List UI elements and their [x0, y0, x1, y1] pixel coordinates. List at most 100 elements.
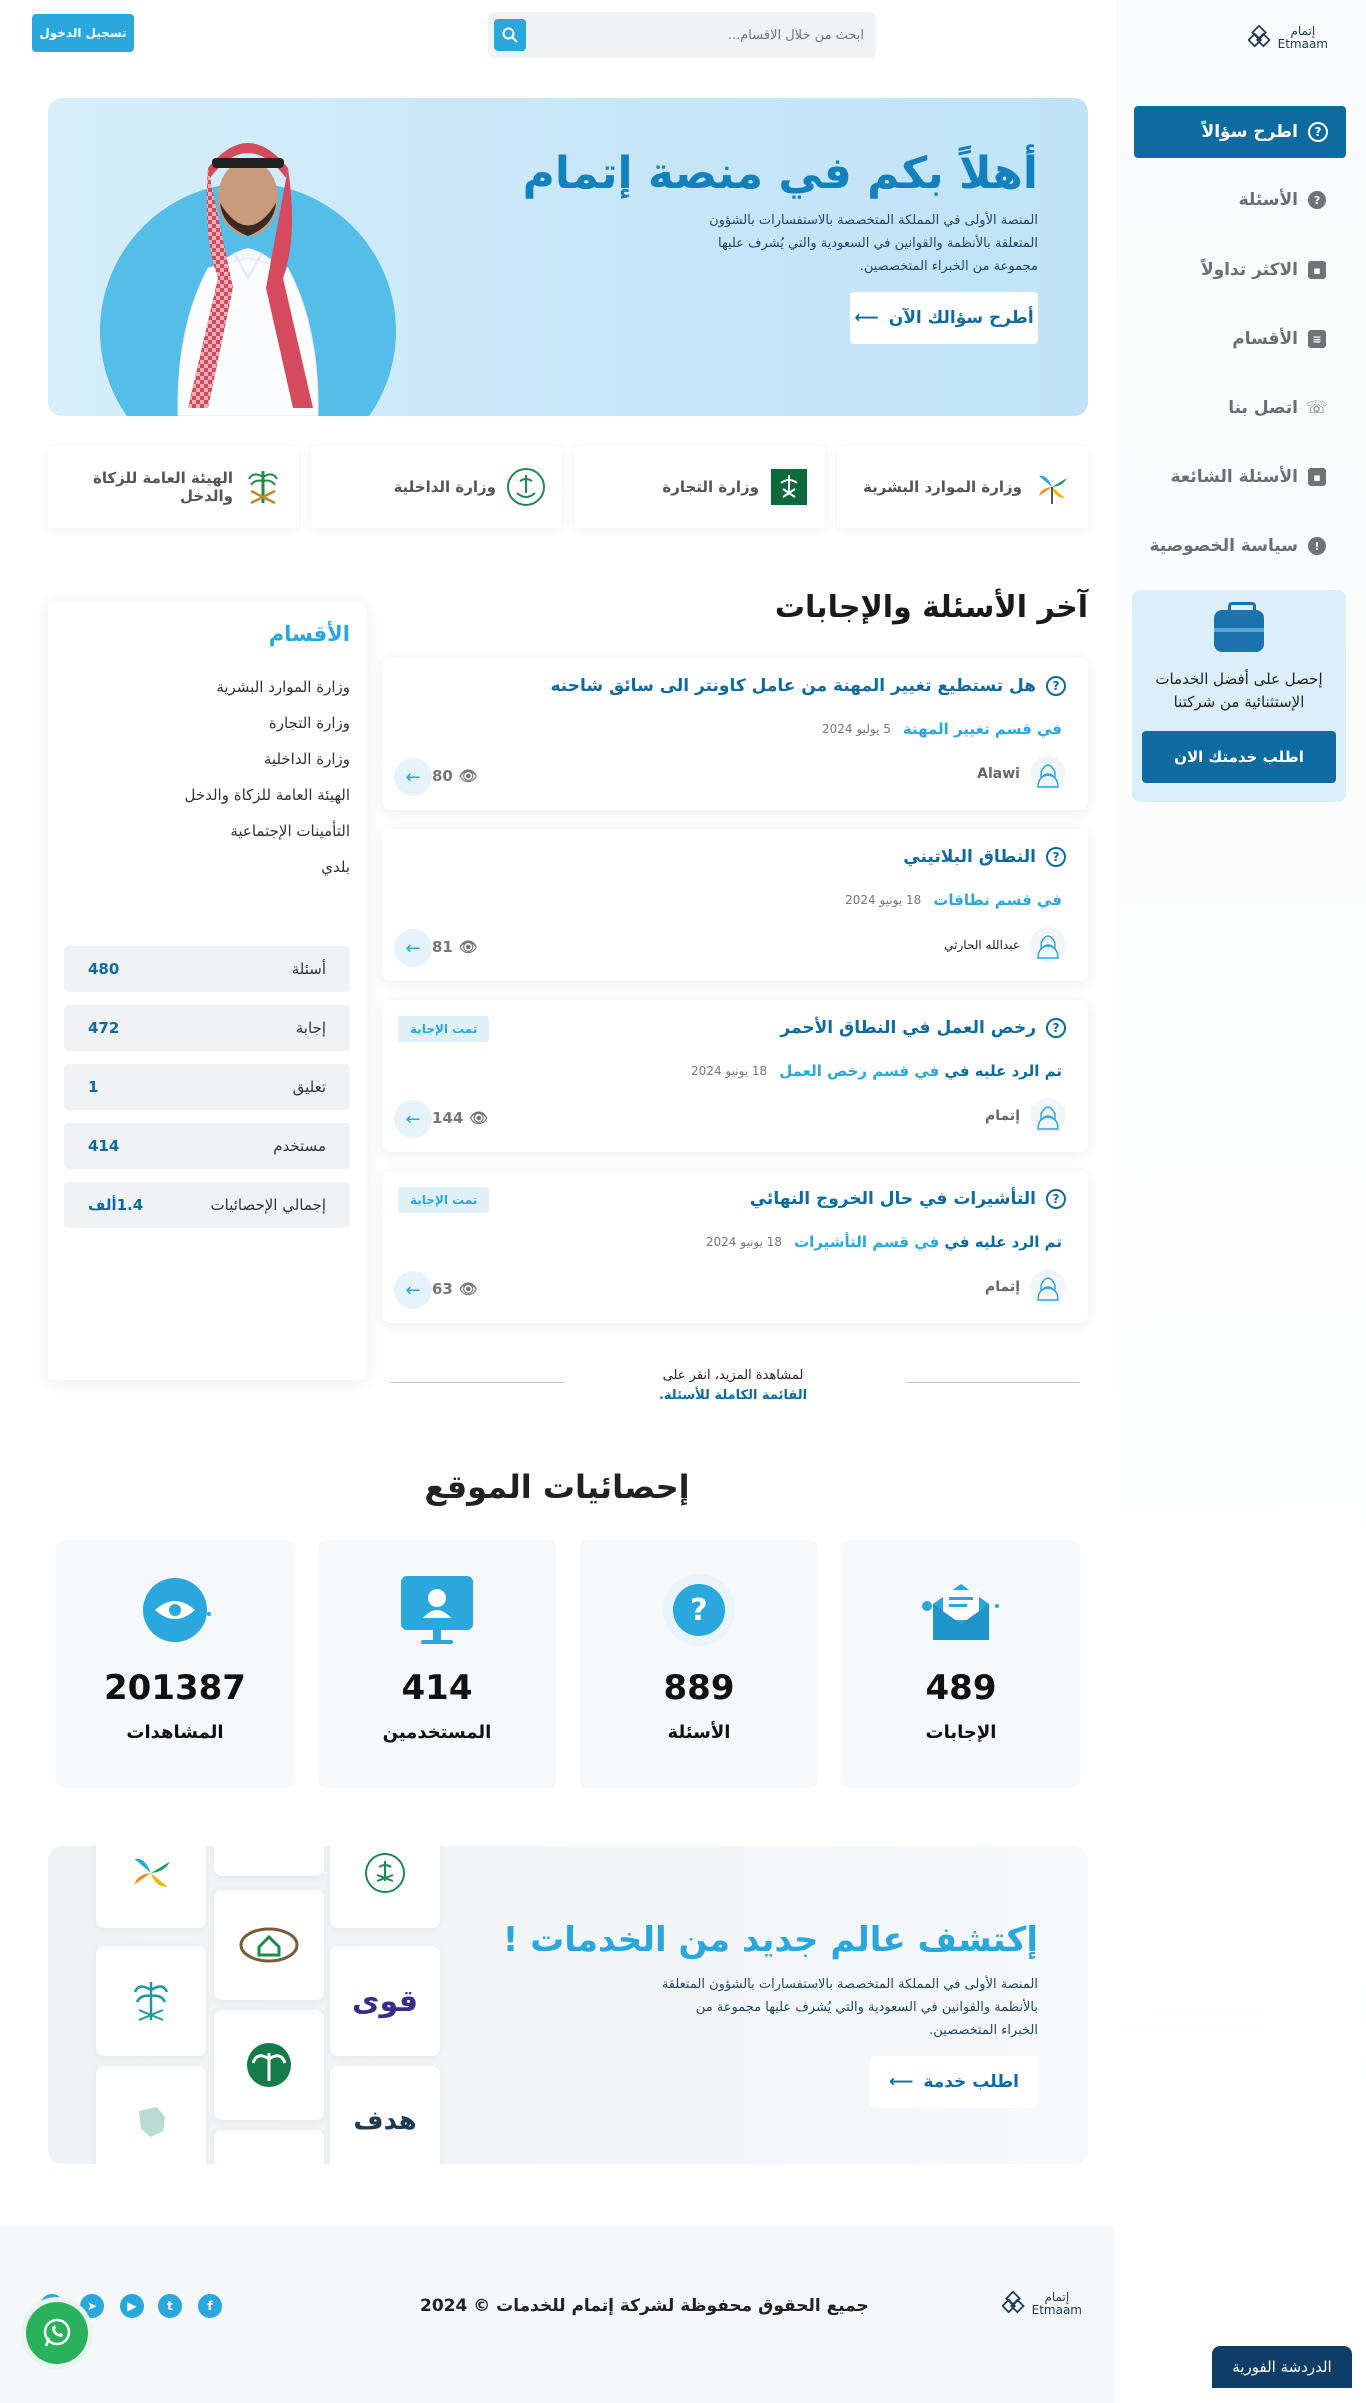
search-input[interactable] [526, 27, 864, 43]
youtube-icon[interactable]: ▶ [120, 2294, 144, 2318]
category-link[interactable]: وزارة الموارد البشرية [216, 678, 350, 696]
document-icon: ≡ [1308, 330, 1326, 348]
site-logo[interactable]: إتمام Etmaam [1248, 18, 1328, 58]
sidebar-item-contact[interactable]: ☏ اتصل بنا [1134, 388, 1346, 428]
answered-prefix: تم الرد عليه في [944, 1233, 1062, 1251]
stat-card-views: 201387 المشاهدات [56, 1540, 294, 1788]
arrow-left-icon: ← [405, 1279, 421, 1301]
avatar [1030, 756, 1066, 792]
discover-title: إكتشف عالم جديد من الخدمات ! [502, 1920, 1038, 1960]
sidebar-item-sections[interactable]: ≡ الأقسام [1134, 319, 1346, 359]
category-link[interactable]: وزارة التجارة [269, 714, 350, 732]
question-icon: ? [1046, 676, 1066, 696]
question-card[interactable]: ? النطاق البلاتيني في قسم نطاقات 18 يونيو … [382, 829, 1088, 981]
views-count: 👁 80 [432, 767, 478, 785]
categories-title: الأقسام [268, 622, 350, 646]
answered-prefix: تم الرد عليه في [944, 1062, 1062, 1080]
question-icon: ? [1046, 847, 1066, 867]
category-link[interactable]: التأمينات الإجتماعية [230, 822, 350, 840]
forum-icon: ▪ [1308, 468, 1326, 486]
stat-total: إجمالي الإحصائيات 1.4ألف [64, 1182, 350, 1228]
ministry-interior[interactable]: وزارة الداخلية [311, 446, 562, 528]
open-question-button[interactable]: ← [394, 929, 432, 967]
latest-questions-title: آخر الأسئلة والإجابات [774, 590, 1088, 625]
footer-logo[interactable]: إتمام Etmaam [1002, 2284, 1082, 2324]
stat-label: أسئلة [291, 960, 326, 978]
svg-text:?: ? [690, 1593, 707, 1628]
arrow-left-icon: ← [405, 766, 421, 788]
divider [906, 1382, 1080, 1383]
sidebar-item-questions[interactable]: ? الأسئلة [1134, 180, 1346, 220]
logo-en: Etmaam [1277, 37, 1328, 51]
open-question-button[interactable]: ← [394, 1271, 432, 1309]
briefcase-icon [1214, 602, 1264, 652]
ask-question-label: اطرح سؤالاً [1201, 122, 1298, 142]
hr-ministry-logo-icon [96, 1846, 206, 1928]
sidebar-item-faq[interactable]: ▪ الأسئلة الشائعة [1134, 457, 1346, 497]
full-questions-link[interactable]: القائمة الكاملة للأسئلة. [659, 1388, 807, 1403]
request-service-cta[interactable]: اطلب خدمة ⟵ [870, 2056, 1038, 2108]
question-card[interactable]: ? التأشيرات في حال الخروج النهائي تمت الإ… [382, 1171, 1088, 1323]
palm-emblem-logo-icon [214, 2010, 324, 2120]
question-category[interactable]: في قسم التأشيرات [794, 1233, 939, 1251]
question-title[interactable]: النطاق البلاتيني [903, 847, 1036, 867]
question-category[interactable]: في قسم تغيير المهنة [903, 720, 1062, 738]
footer: إتمام Etmaam جميع الحقوق محفوظة لشركة إتم… [0, 2226, 1114, 2403]
question-title[interactable]: رخص العمل في النطاق الأحمر [780, 1018, 1036, 1038]
question-icon: ? [1046, 1189, 1066, 1209]
views-count: 👁 144 [432, 1109, 488, 1127]
sidebar-item-label: سياسة الخصوصية [1149, 536, 1298, 556]
sidebar-item-trending[interactable]: ▪ الاكثر تداولاً [1134, 250, 1346, 290]
ministry-zakat[interactable]: الهيئة العامة للزكاة والدخل [48, 446, 299, 528]
ministry-label: وزارة الداخلية [393, 478, 496, 496]
answered-badge: تمت الإجابة [398, 1187, 490, 1213]
monitor-user-icon [397, 1570, 477, 1650]
qiwa-logo-text: قوى [352, 1983, 418, 2019]
sidebar-item-label: الأقسام [1232, 329, 1298, 349]
question-card[interactable]: ? هل تستطيع تغيير المهنة من عامل كاونتر ا… [382, 658, 1088, 810]
search-button[interactable] [494, 19, 526, 51]
hero-ask-button[interactable]: أطرح سؤالك الآن ⟵ [850, 292, 1038, 344]
question-category[interactable]: في قسم نطاقات [933, 891, 1062, 909]
twitter-icon[interactable]: t [158, 2294, 182, 2318]
ministry-label: وزارة الموارد البشرية [863, 478, 1022, 496]
stat-caption: المشاهدات [126, 1722, 224, 1743]
chat-icon: ▪ [1308, 261, 1326, 279]
telegram-icon[interactable]: ➤ [80, 2294, 104, 2318]
open-question-button[interactable]: ← [394, 1100, 432, 1138]
category-link[interactable]: وزارة الداخلية [264, 750, 350, 768]
ministry-hr[interactable]: وزارة الموارد البشرية [837, 446, 1088, 528]
open-question-button[interactable]: ← [394, 758, 432, 796]
stat-label: إجمالي الإحصائيات [210, 1196, 327, 1214]
shield-icon: ! [1308, 537, 1326, 555]
qiwa-logo-icon: قوى [330, 1946, 440, 2056]
whatsapp-icon [43, 2318, 71, 2347]
stat-caption: الأسئلة [667, 1722, 731, 1743]
sidebar-item-privacy[interactable]: ! سياسة الخصوصية [1134, 526, 1346, 566]
more-questions: لمشاهدة المزيد، انقر على القائمة الكاملة … [390, 1360, 1080, 1403]
hero-person-image [177, 143, 319, 416]
stat-questions: أسئلة 480 [64, 946, 350, 992]
question-title[interactable]: التأشيرات في حال الخروج النهائي [750, 1189, 1036, 1209]
request-service-button[interactable]: اطلب خدمتك الان [1142, 731, 1336, 783]
hero-title: أهلاً بكم في منصة إتمام [522, 148, 1038, 199]
ask-question-button[interactable]: ? اطرح سؤالاً [1134, 106, 1346, 158]
whatsapp-button[interactable] [26, 2302, 88, 2364]
facebook-icon[interactable]: f [198, 2294, 222, 2318]
live-chat-button[interactable]: الدردشة الفورية [1212, 2346, 1352, 2388]
eye-icon: 👁 [458, 938, 478, 956]
stat-comments: تعليق 1 [64, 1064, 350, 1110]
stat-card-users: 414 المستخدمين [318, 1540, 556, 1788]
login-button[interactable]: تسجيل الدخول [32, 14, 134, 52]
views-count: 👁 81 [432, 938, 478, 956]
question-icon: ? [1046, 1018, 1066, 1038]
ministry-commerce[interactable]: وزارة التجارة [574, 446, 825, 528]
avatar [1030, 927, 1066, 963]
question-title[interactable]: هل تستطيع تغيير المهنة من عامل كاونتر ال… [550, 676, 1036, 696]
question-card[interactable]: ? رخص العمل في النطاق الأحمر تمت الإجابة … [382, 1000, 1088, 1152]
question-category[interactable]: في قسم رخص العمل [779, 1062, 939, 1080]
category-link[interactable]: الهيئة العامة للزكاة والدخل [184, 786, 350, 804]
stat-value: 1.4ألف [88, 1196, 144, 1214]
category-link[interactable]: بلدي [321, 858, 350, 876]
sidebar-item-label: الأسئلة الشائعة [1170, 467, 1299, 487]
